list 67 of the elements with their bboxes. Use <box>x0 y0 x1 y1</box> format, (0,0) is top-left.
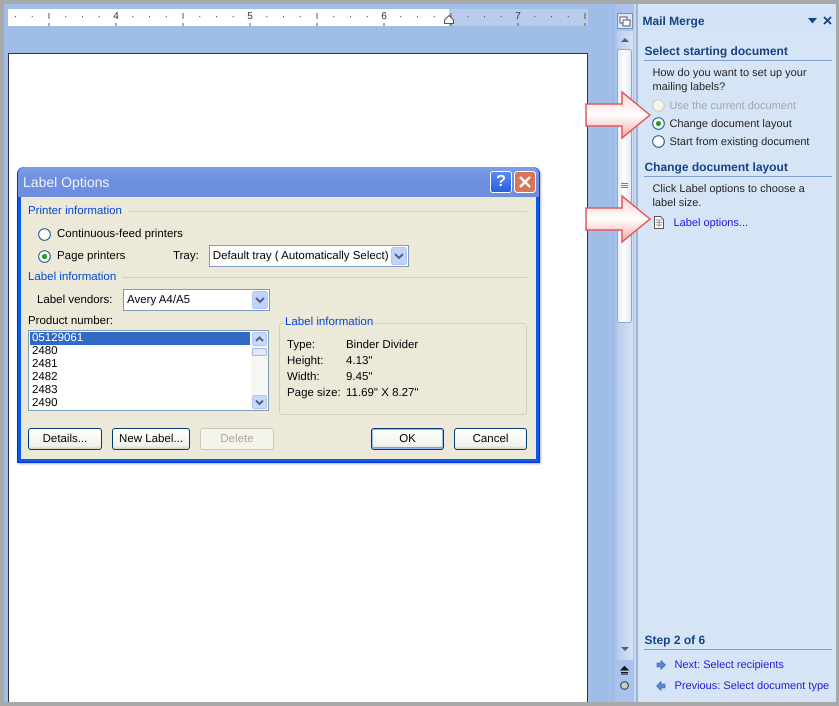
dialog-title: Label Options <box>23 174 110 190</box>
callout-arrow <box>584 90 654 140</box>
list-item[interactable]: 2483 <box>30 384 250 397</box>
list-item[interactable]: 05129061 <box>30 332 250 345</box>
field-label: Tray: <box>173 250 199 262</box>
scroll-down-icon[interactable] <box>618 644 630 654</box>
group-heading: Printer information <box>28 205 122 217</box>
list-item[interactable]: 2481 <box>30 358 250 371</box>
ruler-number: 5 <box>246 11 254 22</box>
instruction-text: Click Label options to choose a label size. <box>652 182 806 210</box>
radio-button[interactable] <box>38 250 51 262</box>
section-heading: Change document layout <box>644 160 832 177</box>
ruler-number: 4 <box>112 11 120 22</box>
prompt-text: How do you want to set up your mailing labels? <box>652 66 808 94</box>
callout-arrow <box>584 194 654 244</box>
scroll-up-icon[interactable] <box>618 35 630 45</box>
list-item[interactable]: 2482 <box>30 371 250 384</box>
info-key: Page size: <box>287 386 346 400</box>
dialog-button[interactable]: New Label... <box>112 428 190 450</box>
scroll-up-icon[interactable] <box>252 332 267 346</box>
document-icon[interactable] <box>654 216 664 229</box>
indent-marker-icon[interactable] <box>444 15 454 24</box>
section-heading: Step 2 of 6 <box>644 633 832 650</box>
dialog-button[interactable]: OK <box>371 428 444 450</box>
radio-label[interactable]: Page printers <box>57 250 161 262</box>
info-value: 9.45" <box>346 370 374 384</box>
radio-button[interactable] <box>652 135 666 148</box>
ruler-number: 7 <box>514 11 522 22</box>
pane-title: Mail Merge <box>642 14 706 28</box>
radio-label[interactable]: Start from existing document <box>669 136 810 148</box>
scroll-down-icon[interactable] <box>252 395 267 409</box>
radio-label[interactable]: Change document layout <box>669 118 792 130</box>
close-icon[interactable] <box>823 16 832 25</box>
section-heading: Select starting document <box>644 44 832 61</box>
info-key: Height: <box>287 354 346 368</box>
group-heading: Label information <box>284 316 374 328</box>
field-label: Product number: <box>28 315 114 327</box>
radio-button[interactable] <box>38 228 51 240</box>
dropdown-icon[interactable] <box>808 18 818 24</box>
scrollbar-thumb[interactable] <box>252 348 267 356</box>
info-value: 4.13" <box>346 354 374 368</box>
info-value: Binder Divider <box>346 338 420 352</box>
field-label: Label vendors: <box>37 294 114 306</box>
list-item[interactable]: 2480 <box>30 345 250 358</box>
grip-icon <box>621 183 628 189</box>
browse-object-icon[interactable] <box>620 681 629 690</box>
browse-arrows-icon[interactable] <box>620 666 629 675</box>
nav-link[interactable]: Previous: Select document type <box>674 680 830 692</box>
right-arrow-icon[interactable] <box>656 660 666 670</box>
split-window-icon[interactable] <box>616 13 632 29</box>
group-heading: Label information <box>28 271 116 283</box>
list-item[interactable]: 2490 <box>30 397 250 410</box>
label-options-link[interactable]: Label options... <box>673 216 748 228</box>
product-list[interactable]: 05129061 2480 2481 2482 2483 2490 <box>28 330 269 411</box>
vendors-dropdown[interactable]: Avery A4/A5 <box>123 289 270 311</box>
info-key: Width: <box>287 370 346 384</box>
info-key: Type: <box>287 338 346 352</box>
info-value: 11.69" X 8.27" <box>346 386 420 400</box>
ruler-number: 6 <box>380 11 388 22</box>
left-arrow-icon[interactable] <box>656 681 666 691</box>
dialog-button[interactable]: Cancel <box>454 428 527 450</box>
tray-dropdown[interactable]: Default tray ( Automatically Select) <box>208 245 409 267</box>
help-button[interactable]: ? <box>490 171 512 193</box>
radio-label[interactable]: Continuous-feed printers <box>57 228 183 240</box>
nav-link[interactable]: Next: Select recipients <box>674 659 784 671</box>
dialog-button[interactable]: Details... <box>28 428 102 450</box>
radio-button[interactable] <box>652 117 666 130</box>
